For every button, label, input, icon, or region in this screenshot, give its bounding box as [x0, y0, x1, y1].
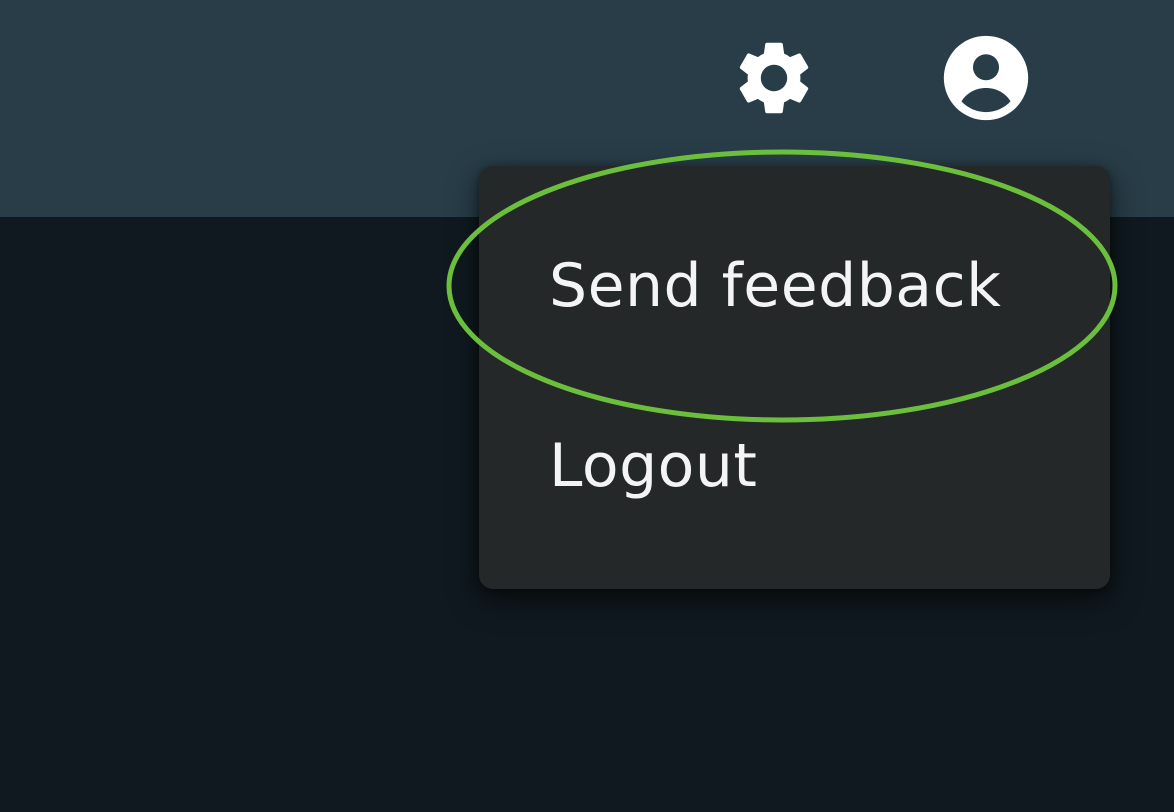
- gear-icon: [739, 42, 809, 114]
- account-menu: Send feedback Logout: [479, 166, 1110, 589]
- account-button[interactable]: [932, 26, 1040, 130]
- menu-item-label: Logout: [549, 431, 758, 501]
- account-circle-icon: [943, 35, 1029, 121]
- settings-button[interactable]: [722, 26, 826, 130]
- menu-item-logout[interactable]: Logout: [479, 404, 1110, 524]
- menu-item-label: Send feedback: [549, 251, 1002, 321]
- menu-item-send-feedback[interactable]: Send feedback: [479, 226, 1110, 346]
